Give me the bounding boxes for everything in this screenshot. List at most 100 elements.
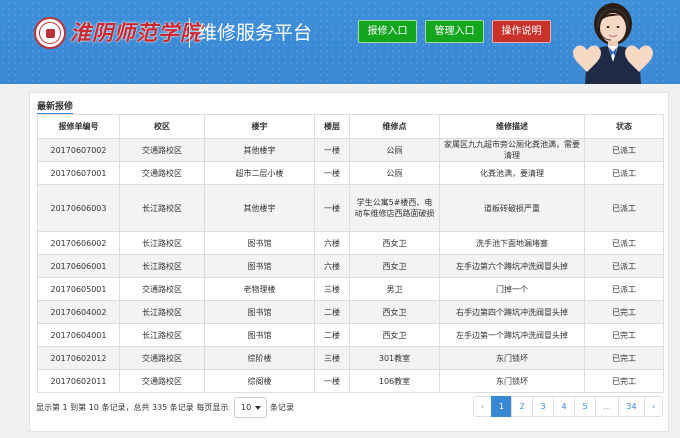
col-header-order-no[interactable]: 报修单编号 — [37, 114, 120, 139]
cell-repair-spot: 西女卫 — [349, 254, 440, 278]
cell-status: 已派工 — [584, 277, 664, 301]
pagination-page-4[interactable]: 4 — [553, 396, 575, 417]
pagination-page-3[interactable]: 3 — [532, 396, 554, 417]
table-row[interactable]: 20170607001 交通路校区 超市二层小楼 一楼 公厕 化粪池满，要清理 … — [37, 161, 664, 185]
cell-order-no: 20170604001 — [37, 323, 120, 347]
cell-building: 综阁楼 — [204, 369, 315, 393]
record-count-info: 显示第 1 到第 10 条记录，总共 335 条记录 每页显示 — [36, 403, 229, 412]
pagination-page-5[interactable]: 5 — [574, 396, 596, 417]
caret-down-icon — [255, 406, 261, 410]
cell-campus: 交通路校区 — [119, 138, 205, 162]
table-row[interactable]: 20170606002 长江路校区 图书馆 六楼 西女卫 洗手池下面地漏堵塞 已… — [37, 231, 664, 255]
col-header-description[interactable]: 维修描述 — [439, 114, 585, 139]
platform-title: 维修服务平台 — [198, 22, 313, 44]
cell-building: 其他楼宇 — [204, 184, 315, 232]
cell-order-no: 20170607001 — [37, 161, 120, 185]
cell-description: 东门锁坏 — [439, 369, 585, 393]
cell-floor: 三楼 — [314, 346, 350, 370]
col-header-status[interactable]: 状态 — [584, 114, 664, 139]
cell-campus: 交通路校区 — [119, 277, 205, 301]
col-header-repair-spot[interactable]: 维修点 — [349, 114, 440, 139]
cell-order-no: 20170606001 — [37, 254, 120, 278]
cell-repair-spot: 男卫 — [349, 277, 440, 301]
customer-service-operator-image — [573, 3, 653, 84]
cell-campus: 长江路校区 — [119, 184, 205, 232]
table-row[interactable]: 20170602012 交通路校区 综阶楼 三楼 301教室 东门锁坏 已完工 — [37, 346, 664, 370]
pagination-prev-button[interactable]: ‹ — [473, 396, 492, 417]
cell-floor: 一楼 — [314, 184, 350, 232]
cell-repair-spot: 公厕 — [349, 138, 440, 162]
col-header-building[interactable]: 楼宇 — [204, 114, 315, 139]
pagination-page-34[interactable]: 34 — [618, 396, 645, 417]
latest-repairs-panel: 最新报修 报修单编号 校区 楼宇 楼层 维修点 维修描述 状态 20170607… — [29, 92, 669, 432]
cell-status: 已派工 — [584, 161, 664, 185]
cell-order-no: 20170605001 — [37, 277, 120, 301]
school-seal-logo — [34, 17, 66, 49]
col-header-floor[interactable]: 楼层 — [314, 114, 350, 139]
cell-repair-spot: 西女卫 — [349, 323, 440, 347]
pagination-page-1[interactable]: 1 — [491, 396, 512, 417]
table-row[interactable]: 20170604001 长江路校区 图书馆 二楼 西女卫 左手边第一个蹲坑冲洗阀… — [37, 323, 664, 347]
cell-description: 右手边第四个蹲坑冲洗阀冒头掉 — [439, 300, 585, 324]
cell-building: 老物理楼 — [204, 277, 315, 301]
cell-floor: 二楼 — [314, 300, 350, 324]
table-row[interactable]: 20170605001 交通路校区 老物理楼 三楼 男卫 门掉一个 已派工 — [37, 277, 664, 301]
table-row[interactable]: 20170606001 长江路校区 图书馆 六楼 西女卫 左手边第六个蹲坑冲洗阀… — [37, 254, 664, 278]
cell-campus: 长江路校区 — [119, 254, 205, 278]
repair-table: 报修单编号 校区 楼宇 楼层 维修点 维修描述 状态 20170607002 交… — [37, 114, 664, 393]
table-row[interactable]: 20170607002 交通路校区 其他楼宇 一楼 公厕 家属区九九超市旁公厕化… — [37, 138, 664, 162]
cell-order-no: 20170606002 — [37, 231, 120, 255]
cell-floor: 六楼 — [314, 231, 350, 255]
cell-building: 其他楼宇 — [204, 138, 315, 162]
help-button[interactable]: 操作说明 — [492, 20, 551, 43]
cell-building: 图书馆 — [204, 254, 315, 278]
cell-building: 图书馆 — [204, 231, 315, 255]
cell-description: 家属区九九超市旁公厕化粪池满，需要清理 — [439, 138, 585, 162]
cell-description: 门掉一个 — [439, 277, 585, 301]
panel-title: 最新报修 — [37, 99, 74, 115]
cell-status: 已完工 — [584, 369, 664, 393]
cell-description: 左手边第一个蹲坑冲洗阀冒头掉 — [439, 323, 585, 347]
cell-order-no: 20170602012 — [37, 346, 120, 370]
cell-status: 已派工 — [584, 254, 664, 278]
cell-repair-spot: 公厕 — [349, 161, 440, 185]
repair-entry-button[interactable]: 报修入口 — [358, 20, 417, 43]
cell-building: 图书馆 — [204, 300, 315, 324]
pagination-next-button[interactable]: › — [644, 396, 663, 417]
cell-floor: 一楼 — [314, 138, 350, 162]
pagination: ‹ 1 2 3 4 5 ... 34 › — [473, 396, 663, 417]
school-name-logo: 淮阴师范学院 — [70, 20, 202, 45]
cell-description: 左手边第六个蹲坑冲洗阀冒头掉 — [439, 254, 585, 278]
table-row[interactable]: 20170606003 长江路校区 其他楼宇 一楼 学生公寓5#楼西、电动车维修… — [37, 184, 664, 232]
cell-floor: 二楼 — [314, 323, 350, 347]
table-row[interactable]: 20170604002 长江路校区 图书馆 二楼 西女卫 右手边第四个蹲坑冲洗阀… — [37, 300, 664, 324]
cell-repair-spot: 学生公寓5#楼西、电动车维修店西路面破损 — [349, 184, 440, 232]
cell-status: 已完工 — [584, 300, 664, 324]
pagination-page-2[interactable]: 2 — [511, 396, 533, 417]
col-header-campus[interactable]: 校区 — [119, 114, 205, 139]
cell-order-no: 20170607002 — [37, 138, 120, 162]
cell-status: 已完工 — [584, 323, 664, 347]
cell-status: 已完工 — [584, 346, 664, 370]
cell-campus: 交通路校区 — [119, 346, 205, 370]
cell-status: 已派工 — [584, 138, 664, 162]
cell-repair-spot: 西女卫 — [349, 231, 440, 255]
cell-building: 综阶楼 — [204, 346, 315, 370]
cell-repair-spot: 301教室 — [349, 346, 440, 370]
cell-floor: 一楼 — [314, 369, 350, 393]
cell-order-no: 20170606003 — [37, 184, 120, 232]
page-size-select[interactable]: 10 — [234, 397, 267, 418]
table-row[interactable]: 20170602011 交通路校区 综阁楼 一楼 106教室 东门锁坏 已完工 — [37, 369, 664, 393]
cell-repair-spot: 西女卫 — [349, 300, 440, 324]
record-count-suffix: 条记录 — [270, 403, 294, 412]
admin-entry-button[interactable]: 管理入口 — [425, 20, 484, 43]
top-header-bar: 淮阴师范学院 维修服务平台 报修入口 管理入口 操作说明 — [0, 0, 680, 84]
cell-campus: 长江路校区 — [119, 300, 205, 324]
pagination-ellipsis: ... — [595, 396, 619, 417]
cell-floor: 六楼 — [314, 254, 350, 278]
cell-description: 化粪池满，要清理 — [439, 161, 585, 185]
cell-repair-spot: 106教室 — [349, 369, 440, 393]
cell-campus: 交通路校区 — [119, 161, 205, 185]
cell-campus: 交通路校区 — [119, 369, 205, 393]
cell-status: 已派工 — [584, 184, 664, 232]
